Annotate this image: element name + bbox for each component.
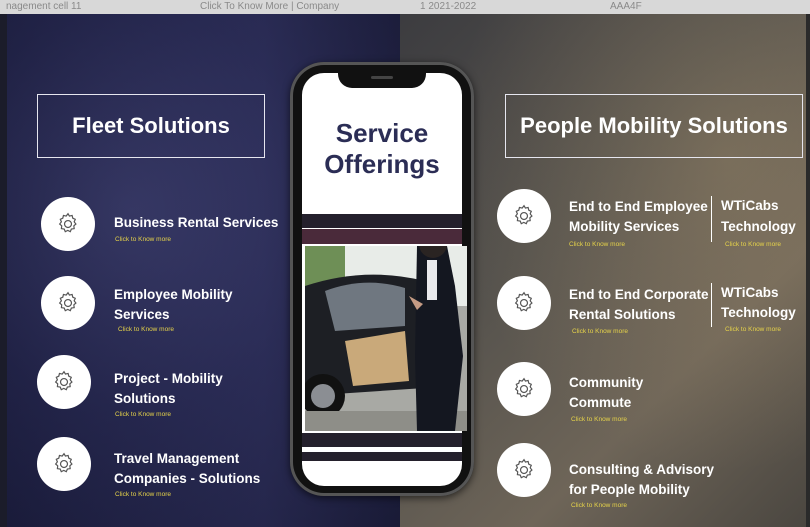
know-more-link[interactable]: Click to Know more [115,236,171,243]
right-edge [806,14,810,527]
gear-icon[interactable] [497,276,551,330]
know-more-link[interactable]: Click to Know more [571,502,627,509]
know-more-link[interactable]: Click to Know more [725,326,781,333]
gear-icon[interactable] [497,443,551,497]
phone-band [302,452,462,461]
know-more-link[interactable]: Click to Know more [569,241,625,248]
fleet-item-label: Travel Management [114,451,240,466]
people-item-label: Community [569,375,644,390]
phone-band [302,229,462,244]
service-offerings-title: Service Offerings [302,118,462,180]
know-more-link[interactable]: Click to Know more [115,411,171,418]
gear-icon[interactable] [37,437,91,491]
top-strip: nagement cell 11 Click To Know More | Co… [0,0,810,14]
gear-icon[interactable] [37,355,91,409]
fleet-item-label: Companies - Solutions [114,471,261,486]
title-line: Offerings [324,149,440,179]
know-more-link[interactable]: Click to Know more [571,416,627,423]
gear-icon[interactable] [41,276,95,330]
divider [711,196,712,242]
fleet-item-label: Project - Mobility [114,371,223,386]
people-item-label: Rental Solutions [569,307,676,322]
slide: nagement cell 11 Click To Know More | Co… [0,0,810,527]
top-strip-text: 1 2021-2022 [420,1,477,12]
know-more-link[interactable]: Click to Know more [725,241,781,248]
know-more-link[interactable]: Click to Know more [115,491,171,498]
left-edge [0,14,7,527]
fleet-item-label: Services [114,307,170,322]
divider [711,283,712,327]
know-more-link[interactable]: Click to Know more [118,326,174,333]
know-more-link[interactable]: Click to Know more [572,328,628,335]
gear-icon[interactable] [41,197,95,251]
people-mobility-heading: People Mobility Solutions [505,94,803,158]
people-item-label: Mobility Services [569,219,680,234]
title-line: Service [335,118,429,148]
people-item-label: for People Mobility [569,482,690,497]
phone-band [302,214,462,228]
fleet-item-label: Business Rental Services [114,215,279,230]
gear-icon[interactable] [497,189,551,243]
top-strip-text: nagement cell 11 [6,1,82,12]
gear-icon[interactable] [497,362,551,416]
people-item-label: Consulting & Advisory [569,462,715,477]
top-strip-text: AAA4F [610,1,642,12]
chauffeur-car-photo [305,246,467,431]
phone-band [302,433,462,447]
top-strip-text: Click To Know More | Company [200,1,340,12]
people-item-label: End to End Employee [569,199,708,214]
fleet-item-label: Employee Mobility [114,287,233,302]
side-label: WTiCabs [721,198,779,213]
people-item-label: Commute [569,395,632,410]
fleet-solutions-heading: Fleet Solutions [37,94,265,158]
side-label: Technology [721,305,796,320]
fleet-item-label: Solutions [114,391,176,406]
people-item-label: End to End Corporate [569,287,709,302]
phone-notch [338,70,426,88]
side-label: Technology [721,219,796,234]
side-label: WTiCabs [721,285,779,300]
